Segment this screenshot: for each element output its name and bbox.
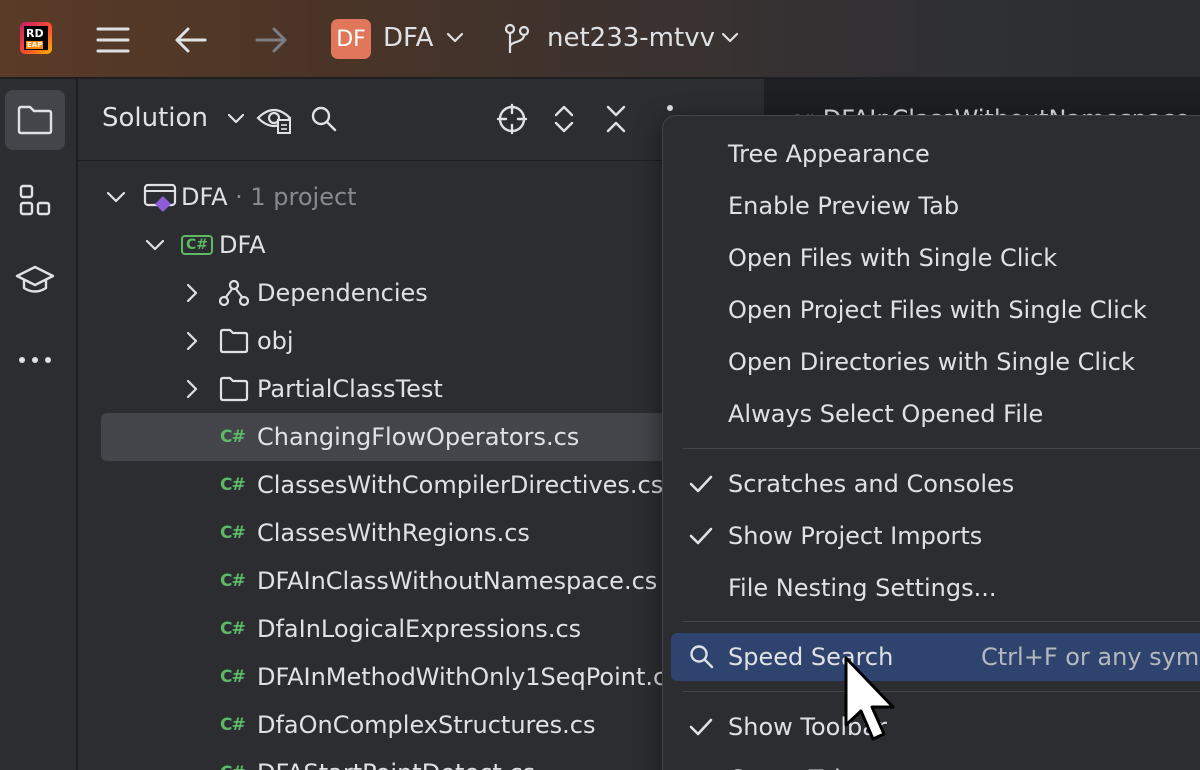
tree-node-label: PartialClassTest bbox=[257, 375, 443, 403]
menu-item-open-directories-single-click[interactable]: Open Directories with Single Click bbox=[663, 338, 1200, 386]
menu-item-open-project-files-single-click[interactable]: Open Project Files with Single Click bbox=[663, 286, 1200, 334]
menu-separator bbox=[683, 621, 1200, 622]
chevron-down-icon bbox=[719, 28, 741, 48]
search-icon[interactable] bbox=[306, 101, 342, 137]
checkmark-icon bbox=[689, 512, 713, 560]
learn-icon[interactable] bbox=[5, 250, 65, 310]
tree-node-label: DFAInClassWithoutNamespace.cs bbox=[257, 567, 658, 595]
tree-node-label: DFA bbox=[219, 231, 266, 259]
mouse-pointer-icon bbox=[843, 655, 903, 745]
csharp-file-icon: C# bbox=[220, 619, 246, 639]
tree-node-label: DfaOnComplexStructures.cs bbox=[257, 711, 596, 739]
menu-item-speed-search[interactable]: Speed Search Ctrl+F or any symbol bbox=[663, 633, 1200, 681]
checkmark-icon bbox=[689, 703, 713, 751]
folder-icon bbox=[219, 317, 249, 365]
collapse-all-icon[interactable] bbox=[598, 101, 634, 137]
csharp-file-icon: C# bbox=[220, 715, 246, 735]
menu-item-enable-preview-tab[interactable]: Enable Preview Tab bbox=[663, 182, 1200, 230]
more-icon[interactable] bbox=[5, 330, 65, 390]
csharp-file-icon: C# bbox=[220, 667, 246, 687]
expand-all-icon[interactable] bbox=[546, 101, 582, 137]
tree-node-label: DFA · 1 project bbox=[181, 183, 357, 211]
tree-node-label: ChangingFlowOperators.cs bbox=[257, 423, 580, 451]
menu-separator bbox=[683, 448, 1200, 449]
menu-shortcut: Ctrl+F or any symbol bbox=[981, 643, 1200, 671]
folder-icon bbox=[219, 365, 249, 413]
tree-node-hint: · 1 project bbox=[227, 183, 357, 211]
hamburger-menu-icon[interactable] bbox=[92, 20, 134, 60]
csharp-file-icon: C# bbox=[220, 749, 246, 770]
csharp-file-icon: C# bbox=[220, 427, 246, 447]
csharp-file-icon: C# bbox=[220, 571, 246, 591]
back-arrow-icon[interactable] bbox=[170, 20, 212, 60]
project-badge: DF bbox=[331, 19, 371, 59]
chevron-right-icon[interactable] bbox=[185, 269, 199, 317]
dependencies-icon bbox=[219, 269, 249, 317]
menu-item-file-nesting-settings[interactable]: File Nesting Settings... bbox=[663, 564, 1200, 612]
branch-name: net233-mtvv bbox=[547, 23, 715, 53]
menu-item-tree-appearance[interactable]: Tree Appearance bbox=[663, 130, 1200, 178]
forward-arrow-icon[interactable] bbox=[250, 20, 292, 60]
view-selector[interactable]: Solution bbox=[102, 103, 208, 133]
tree-node-label: obj bbox=[257, 327, 294, 355]
chevron-down-icon bbox=[444, 28, 466, 48]
structure-icon[interactable] bbox=[5, 170, 65, 230]
chevron-down-icon[interactable] bbox=[106, 173, 126, 221]
search-icon bbox=[689, 633, 715, 681]
chevron-down-icon[interactable] bbox=[218, 101, 254, 137]
menu-item-group-tabs[interactable]: Group Tabs bbox=[663, 755, 1200, 770]
tree-node-label: Dependencies bbox=[257, 279, 428, 307]
checkmark-icon bbox=[689, 460, 713, 508]
panel-options-menu: Tree Appearance Enable Preview Tab Open … bbox=[662, 115, 1200, 770]
menu-separator bbox=[683, 691, 1200, 692]
chevron-right-icon[interactable] bbox=[185, 317, 199, 365]
csharp-file-icon: C# bbox=[220, 523, 246, 543]
checkmark-icon bbox=[689, 755, 713, 770]
menu-item-show-project-imports[interactable]: Show Project Imports bbox=[663, 512, 1200, 560]
solution-icon bbox=[143, 173, 177, 221]
tool-window-strip bbox=[0, 79, 77, 770]
csharp-file-icon: C# bbox=[220, 475, 246, 495]
git-branch-icon bbox=[502, 22, 532, 56]
tree-node-label: DFAInMethodWithOnly1SeqPoint.cs bbox=[257, 663, 679, 691]
preview-eye-icon[interactable] bbox=[256, 101, 292, 137]
menu-item-show-toolbar[interactable]: Show Toolbar bbox=[663, 703, 1200, 751]
project-name: DFA bbox=[383, 23, 434, 53]
chevron-down-icon[interactable] bbox=[145, 221, 165, 269]
tree-node-label: DfaInLogicalExpressions.cs bbox=[257, 615, 582, 643]
project-folder-icon[interactable] bbox=[5, 90, 65, 150]
title-bar: RD EAP DF DFA net233-mtvv bbox=[0, 0, 1200, 78]
csharp-project-icon: C# bbox=[181, 221, 214, 269]
menu-item-always-select-opened-file[interactable]: Always Select Opened File bbox=[663, 390, 1200, 438]
tree-node-label: ClassesWithCompilerDirectives.cs bbox=[257, 471, 664, 499]
tree-node-label: DFAStartPointDetect.cs bbox=[257, 749, 535, 770]
menu-item-open-files-single-click[interactable]: Open Files with Single Click bbox=[663, 234, 1200, 282]
menu-item-scratches-and-consoles[interactable]: Scratches and Consoles bbox=[663, 460, 1200, 508]
tree-node-label: ClassesWithRegions.cs bbox=[257, 519, 530, 547]
locate-target-icon[interactable] bbox=[494, 101, 530, 137]
chevron-right-icon[interactable] bbox=[185, 365, 199, 413]
